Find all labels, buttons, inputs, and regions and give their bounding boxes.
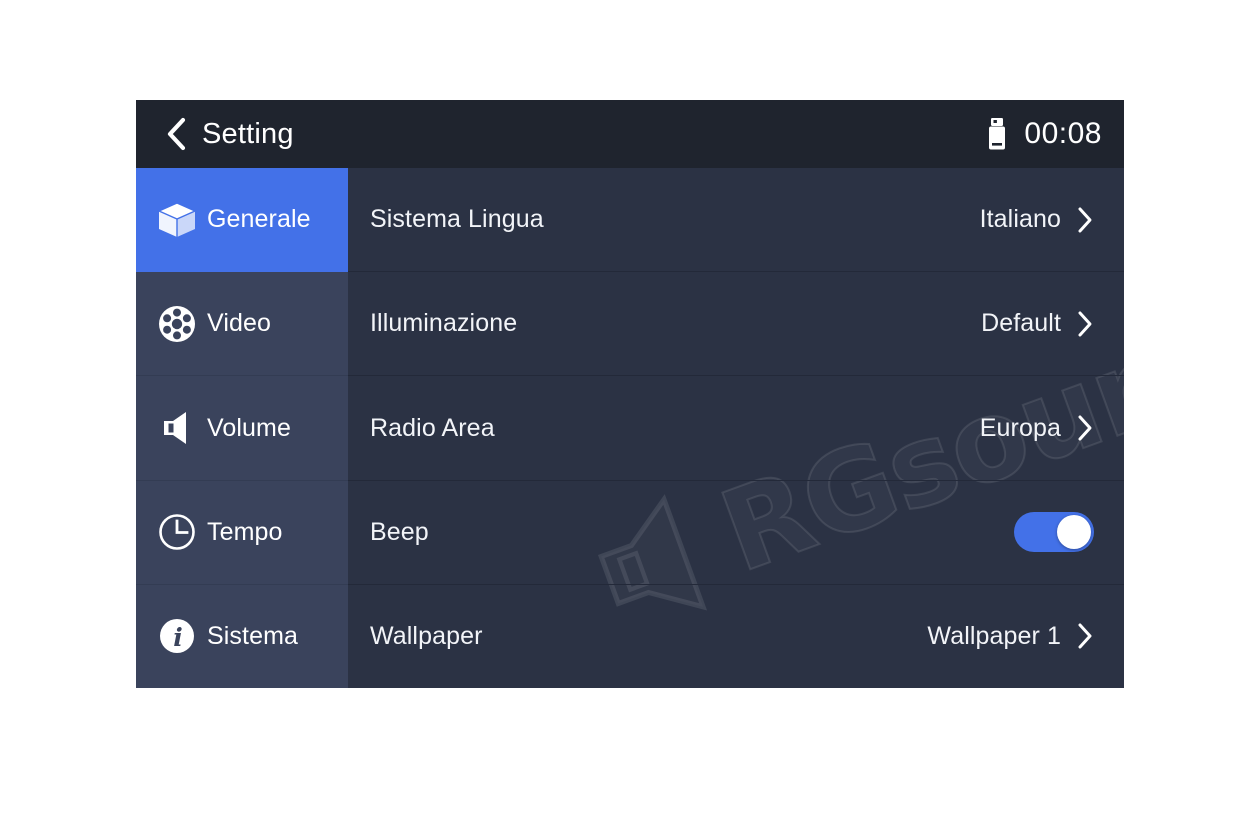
sidebar-item-volume[interactable]: Volume: [136, 376, 348, 481]
device-screen-panel: Setting 00:08 Generale Video Volume Temp…: [136, 100, 1124, 688]
status-clock: 00:08: [1024, 117, 1102, 150]
clock-icon: [155, 510, 199, 554]
row-value-group: Europa: [980, 414, 1094, 443]
svg-text:i: i: [173, 623, 183, 652]
info-circle-icon: i: [155, 614, 199, 658]
row-value: Italiano: [979, 205, 1061, 234]
chevron-left-icon: [167, 117, 186, 151]
row-label: Sistema Lingua: [370, 205, 544, 234]
row-value: Wallpaper 1: [927, 621, 1061, 650]
sidebar-item-label: Volume: [207, 413, 291, 442]
film-reel-icon: [155, 302, 199, 346]
sidebar-item-label: Generale: [207, 205, 311, 234]
status-indicators: 00:08: [986, 117, 1102, 151]
sidebar-item-sistema[interactable]: i Sistema: [136, 584, 348, 688]
chevron-right-icon: [1078, 623, 1092, 649]
row-label: Beep: [370, 517, 429, 546]
row-value-group: [1014, 512, 1094, 553]
page-title: Setting: [202, 117, 294, 150]
row-value-group: Italiano: [980, 205, 1094, 234]
toggle-knob: [1057, 515, 1091, 550]
row-value-group: Default: [981, 309, 1094, 338]
row-label: Illuminazione: [370, 309, 518, 338]
row-value-group: Wallpaper 1: [927, 622, 1094, 651]
row-sistema-lingua[interactable]: Sistema Lingua Italiano: [348, 168, 1124, 273]
row-illuminazione[interactable]: Illuminazione Default: [348, 272, 1124, 377]
cube-icon: [155, 198, 199, 242]
settings-list: RGsound Sistema Lingua Italiano Illumina…: [348, 168, 1124, 688]
row-value: Europa: [979, 413, 1061, 442]
chevron-right-icon: [1078, 311, 1092, 337]
sidebar-item-label: Video: [207, 309, 271, 338]
status-bar: Setting 00:08: [136, 100, 1124, 168]
sidebar-item-label: Sistema: [207, 621, 299, 650]
sidebar-item-video[interactable]: Video: [136, 272, 348, 377]
sidebar-item-generale[interactable]: Generale: [136, 168, 348, 273]
panel-body: Generale Video Volume Tempo i Sistema RG…: [136, 168, 1124, 688]
row-label: Wallpaper: [370, 621, 483, 650]
chevron-right-icon: [1078, 415, 1092, 441]
back-button[interactable]: [156, 112, 196, 156]
row-wallpaper[interactable]: Wallpaper Wallpaper 1: [348, 585, 1124, 688]
usb-drive-icon: [989, 118, 1006, 150]
chevron-right-icon: [1078, 207, 1092, 233]
row-radio-area[interactable]: Radio Area Europa: [348, 376, 1124, 481]
row-label: Radio Area: [370, 413, 495, 442]
sidebar-item-tempo[interactable]: Tempo: [136, 480, 348, 585]
beep-toggle[interactable]: [1014, 512, 1094, 553]
sidebar: Generale Video Volume Tempo i Sistema: [136, 168, 348, 688]
row-value: Default: [981, 309, 1061, 338]
speaker-icon: [155, 406, 199, 450]
row-beep[interactable]: Beep: [348, 481, 1124, 585]
sidebar-item-label: Tempo: [207, 517, 283, 546]
